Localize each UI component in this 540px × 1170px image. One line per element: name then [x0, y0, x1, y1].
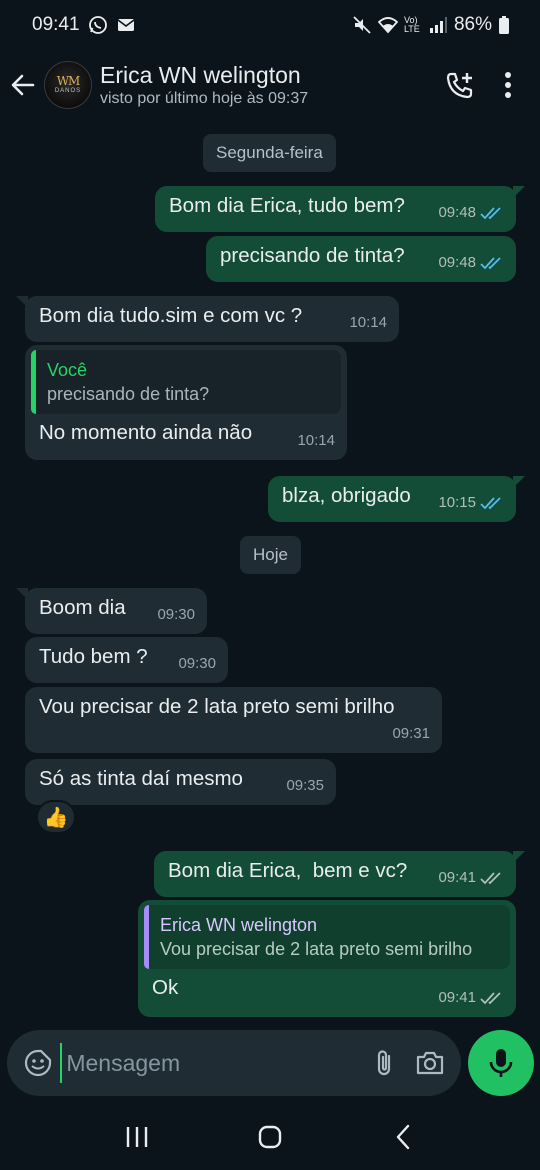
- message-time: 10:15: [438, 494, 476, 511]
- avatar-monogram: WM: [56, 74, 81, 88]
- status-time: 09:41: [32, 14, 80, 35]
- message-meta: 09:41: [438, 865, 504, 891]
- message-text: Bom dia Erica, bem e vc?: [168, 859, 408, 882]
- recent-apps-button[interactable]: [107, 1112, 167, 1162]
- chat-header: WM DANOS Erica WN welington visto por úl…: [0, 50, 540, 120]
- camera-icon: [417, 1051, 444, 1075]
- quoted-text: Vou precisar de 2 lata preto semi brilho: [160, 939, 473, 959]
- voice-message-button[interactable]: [468, 1030, 534, 1096]
- wifi-icon: [377, 17, 398, 34]
- date-chip: Segunda-feira: [203, 134, 336, 172]
- back-button[interactable]: [0, 62, 46, 108]
- chevron-left-icon: [397, 1124, 410, 1150]
- message-time: 10:14: [297, 432, 335, 449]
- message-time: 09:30: [157, 606, 195, 623]
- quoted-message[interactable]: Você precisando de tinta?: [31, 350, 341, 414]
- message-meta: 10:14: [297, 428, 335, 454]
- message-time: 09:35: [286, 777, 324, 794]
- message-text: No momento ainda não: [39, 421, 253, 444]
- camera-button[interactable]: [408, 1035, 453, 1091]
- phone-plus-icon: [446, 72, 473, 99]
- contact-name: Erica WN welington: [100, 62, 301, 88]
- message-text: Bom dia tudo.sim e com vc ?: [39, 304, 303, 327]
- message-time: 09:48: [438, 204, 476, 221]
- message-bubble-outgoing[interactable]: blza, obrigado 10:15: [268, 476, 525, 522]
- message-meta: 09:30: [157, 602, 195, 628]
- microphone-icon: [489, 1049, 513, 1077]
- message-bubble-incoming[interactable]: Vou precisar de 2 lata preto semi brilho…: [25, 687, 442, 753]
- network-label: Vo) LTE: [403, 15, 420, 34]
- composer-bar: [7, 1030, 461, 1096]
- message-meta: 10:14: [349, 310, 387, 336]
- message-bubble-incoming[interactable]: Boom dia 09:30: [16, 588, 207, 634]
- quoted-message[interactable]: Erica WN welington Vou precisar de 2 lat…: [144, 905, 510, 969]
- message-time: 09:41: [438, 869, 476, 886]
- message-text: blza, obrigado: [282, 484, 411, 507]
- chat-area[interactable]: Segunda-feira Bom dia Erica, tudo bem? 0…: [0, 120, 540, 1028]
- status-bar: 09:41 Vo) LTE 86%: [0, 0, 540, 50]
- message-text: Tudo bem ?: [39, 645, 148, 668]
- battery-percent: 86%: [453, 14, 492, 35]
- mail-notification-icon: [117, 19, 135, 31]
- contact-info[interactable]: Erica WN welington visto por último hoje…: [100, 61, 436, 109]
- quoted-author: Erica WN welington: [160, 915, 318, 935]
- message-bubble-outgoing[interactable]: Bom dia Erica, bem e vc? 09:41: [154, 851, 525, 897]
- home-button[interactable]: [240, 1112, 300, 1162]
- more-options-button[interactable]: [484, 61, 532, 109]
- message-bubble-incoming[interactable]: Bom dia tudo.sim e com vc ? 10:14: [16, 296, 399, 342]
- message-text: Boom dia: [39, 596, 126, 619]
- message-meta: 09:30: [178, 651, 216, 677]
- message-meta: 10:15: [438, 490, 504, 516]
- arrow-left-icon: [11, 74, 35, 96]
- message-bubble-incoming-reply[interactable]: Você precisando de tinta? No momento ain…: [25, 345, 347, 460]
- message-time: 09:31: [392, 725, 430, 742]
- message-text: Bom dia Erica, tudo bem?: [169, 194, 405, 217]
- message-bubble-outgoing[interactable]: Bom dia Erica, tudo bem? 09:48: [155, 186, 525, 232]
- message-text: precisando de tinta?: [220, 244, 405, 267]
- recent-apps-icon: [126, 1127, 147, 1147]
- home-icon: [258, 1125, 282, 1149]
- message-time: 09:48: [438, 254, 476, 271]
- reaction-badge[interactable]: 👍: [36, 800, 76, 834]
- paperclip-icon: [377, 1050, 391, 1076]
- message-text: Só as tinta daí mesmo: [39, 767, 243, 790]
- mute-icon: [353, 16, 371, 34]
- read-ticks-icon: [480, 207, 501, 220]
- quoted-text: precisando de tinta?: [47, 384, 210, 404]
- system-navigation-bar: [0, 1104, 540, 1170]
- more-vertical-icon: [505, 72, 511, 98]
- last-seen: visto por último hoje às 09:37: [100, 90, 309, 107]
- battery-icon: [499, 16, 509, 34]
- message-meta: 09:48: [438, 250, 504, 276]
- date-chip: Hoje: [240, 536, 301, 574]
- message-time: 10:14: [349, 314, 387, 331]
- signal-icon: [429, 17, 447, 33]
- sticker-button[interactable]: [15, 1035, 60, 1091]
- delivered-ticks-icon: [480, 872, 501, 885]
- message-bubble-incoming[interactable]: Só as tinta daí mesmo 09:35: [25, 759, 336, 805]
- message-bubble-outgoing[interactable]: precisando de tinta? 09:48: [206, 236, 516, 282]
- delivered-ticks-icon: [480, 992, 501, 1005]
- message-text: Ok: [152, 976, 179, 999]
- sticker-icon: [24, 1049, 51, 1077]
- attach-button[interactable]: [362, 1035, 407, 1091]
- message-text: Vou precisar de 2 lata preto semi brilho: [39, 695, 395, 718]
- message-bubble-outgoing-reply[interactable]: Erica WN welington Vou precisar de 2 lat…: [138, 900, 516, 1017]
- message-bubble-incoming[interactable]: Tudo bem ? 09:30: [25, 637, 228, 683]
- avatar-brand: DANOS: [54, 88, 82, 94]
- back-nav-button[interactable]: [373, 1112, 433, 1162]
- message-meta: 09:35: [286, 773, 324, 799]
- message-time: 09:41: [438, 989, 476, 1006]
- whatsapp-notification-icon: [88, 16, 107, 34]
- read-ticks-icon: [480, 497, 501, 510]
- message-meta: 09:41: [438, 985, 504, 1011]
- add-call-button[interactable]: [436, 61, 484, 109]
- message-input[interactable]: [60, 1043, 363, 1083]
- quoted-author: Você: [47, 360, 88, 380]
- message-meta: 09:48: [438, 200, 504, 226]
- avatar[interactable]: WM DANOS: [44, 61, 92, 109]
- read-ticks-icon: [480, 257, 501, 270]
- message-meta: 09:31: [392, 721, 430, 747]
- message-time: 09:30: [178, 655, 216, 672]
